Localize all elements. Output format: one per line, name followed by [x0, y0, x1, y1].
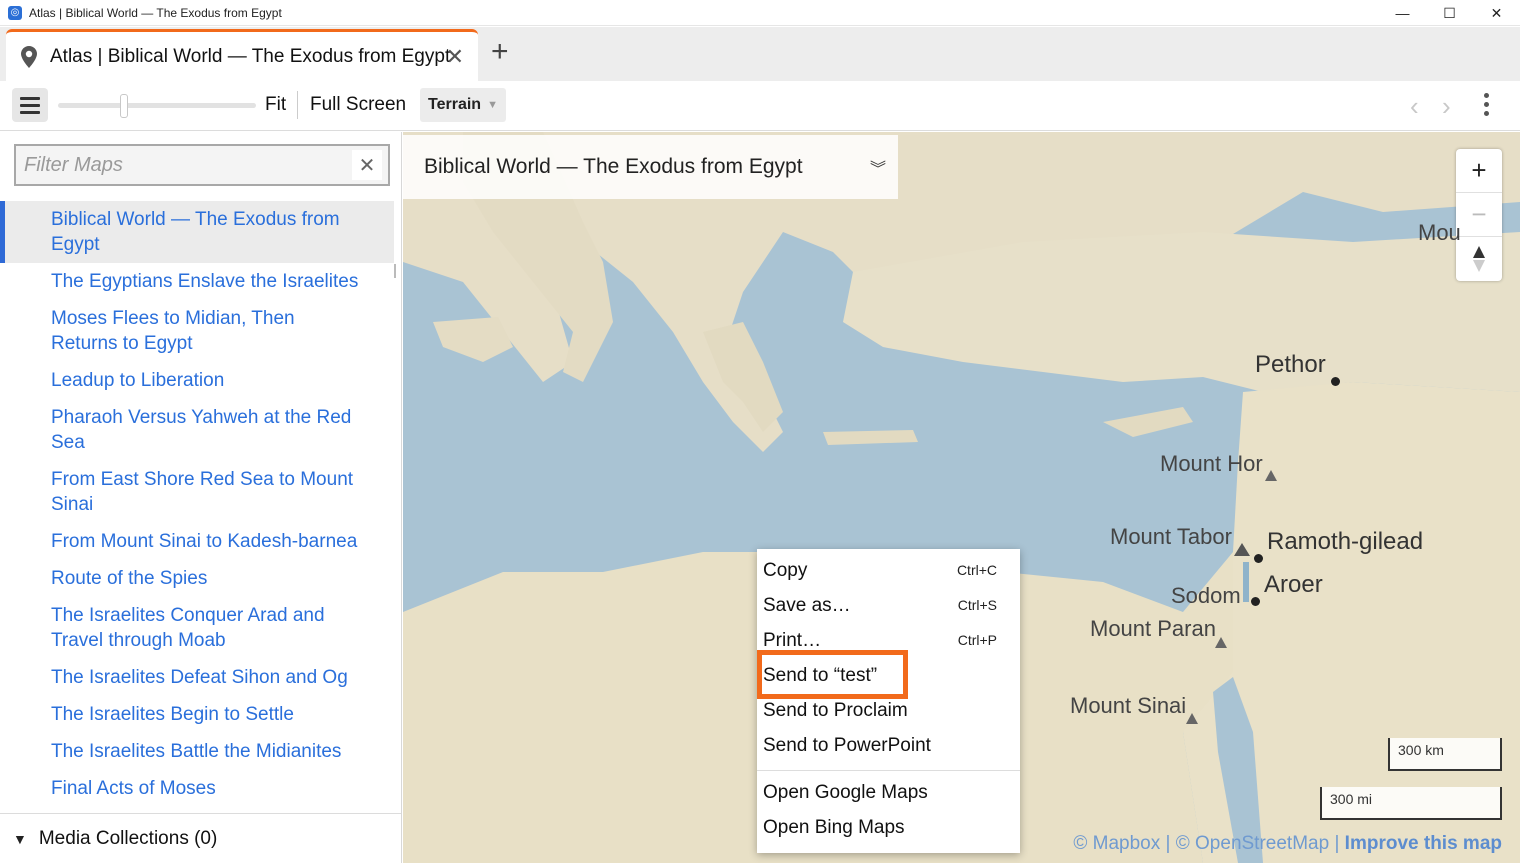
window-titlebar: ◎ Atlas | Biblical World — The Exodus fr…	[0, 0, 1520, 26]
zoom-slider-thumb[interactable]	[120, 94, 128, 118]
menu-item-shortcut: Ctrl+S	[957, 597, 997, 613]
highlight-box	[757, 650, 908, 699]
window-title: Atlas | Biblical World — The Exodus from…	[29, 5, 282, 20]
mountain-icon	[1234, 543, 1250, 556]
menu-item-label: Save as…	[763, 595, 851, 616]
toolbar: Fit Full Screen Terrain ▼ ‹ ›	[0, 81, 1520, 131]
mapbox-attribution-link[interactable]: © Mapbox	[1073, 833, 1160, 854]
map-list-sidebar: ✕ Biblical World — The Exodus from Egypt…	[0, 132, 402, 863]
double-chevron-down-icon[interactable]: ︾	[870, 155, 886, 179]
map-list-item[interactable]: The Israelites Conquer Arad and Travel t…	[0, 597, 394, 659]
clear-filter-icon[interactable]: ✕	[352, 150, 382, 180]
minimize-button[interactable]: —	[1379, 0, 1426, 26]
menu-item-label: Send to PowerPoint	[763, 735, 931, 756]
maximize-button[interactable]: ☐	[1426, 0, 1473, 26]
back-arrow-icon[interactable]: ‹	[1410, 91, 1419, 122]
mountain-icon	[1265, 470, 1277, 481]
menu-item-label: Copy	[763, 560, 808, 581]
mountain-icon	[1186, 713, 1198, 724]
place-label: Ramoth-gilead	[1267, 528, 1424, 555]
media-collections-header[interactable]: ▼ Media Collections (0)	[0, 813, 401, 863]
place-label: Mount Hor	[1160, 451, 1263, 476]
map-list-item[interactable]: The Israelites Begin to Settle	[0, 696, 394, 733]
context-menu-open-bing-maps[interactable]: Open Bing Maps	[763, 817, 1013, 839]
map-title: Biblical World — The Exodus from Egypt	[424, 155, 803, 178]
zoom-slider[interactable]	[58, 94, 256, 118]
context-menu-send-to-powerpoint[interactable]: Send to PowerPoint	[763, 735, 1013, 757]
city-dot-icon	[1251, 597, 1260, 606]
map-list-item[interactable]: Leadup to Liberation	[0, 362, 394, 399]
scale-bar-km: 300 km	[1388, 738, 1502, 771]
menu-item-label: Print…	[763, 630, 822, 651]
map-list-item[interactable]: The Egyptians Enslave the Israelites	[0, 263, 394, 300]
menu-item-shortcut: Ctrl+P	[957, 632, 997, 648]
menu-item-shortcut: Ctrl+C	[956, 562, 997, 578]
place-label: Mou	[1418, 220, 1461, 245]
map-attribution: © Mapbox | © OpenStreetMap | Improve thi…	[1073, 833, 1502, 855]
tab-label: Atlas | Biblical World — The Exodus from…	[50, 45, 451, 67]
chevron-down-icon: ▼	[487, 99, 498, 111]
map-list-item[interactable]: Route of the Spies	[0, 560, 394, 597]
forward-arrow-icon[interactable]: ›	[1442, 91, 1451, 122]
zoom-out-button[interactable]: −	[1456, 193, 1502, 237]
map-layer-select[interactable]: Terrain ▼	[420, 88, 506, 122]
zoom-controls: + −	[1456, 149, 1502, 281]
tab-close-icon[interactable]: ✕	[446, 44, 464, 70]
map-list-item[interactable]: Moses Flees to Midian, Then Returns to E…	[0, 300, 394, 362]
full-screen-button[interactable]: Full Screen	[310, 94, 406, 116]
context-menu-print[interactable]: Print… Ctrl+P	[763, 630, 1013, 652]
place-label: Aroer	[1264, 571, 1323, 598]
tab-atlas[interactable]: Atlas | Biblical World — The Exodus from…	[6, 29, 478, 81]
attribution-separator: |	[1165, 833, 1171, 854]
media-collections-label: Media Collections (0)	[38, 827, 218, 849]
place-label: Sodom	[1171, 583, 1241, 608]
city-dot-icon	[1254, 554, 1263, 563]
attribution-separator: |	[1334, 833, 1340, 854]
map-title-bar[interactable]: Biblical World — The Exodus from Egypt ︾	[403, 135, 898, 199]
context-menu-save-as[interactable]: Save as… Ctrl+S	[763, 595, 1013, 617]
context-menu-copy[interactable]: Copy Ctrl+C	[763, 560, 1013, 582]
map-list-item[interactable]: From Mount Sinai to Kadesh-barnea	[0, 523, 394, 560]
map-list: Biblical World — The Exodus from Egypt T…	[0, 201, 394, 807]
tab-strip: Atlas | Biblical World — The Exodus from…	[0, 27, 1520, 81]
context-menu-send-to-proclaim[interactable]: Send to Proclaim	[763, 700, 1013, 722]
context-menu: Copy Ctrl+C Save as… Ctrl+S Print… Ctrl+…	[757, 549, 1020, 853]
place-label: Mount Tabor	[1110, 524, 1232, 549]
sidebar-scrollbar[interactable]	[394, 264, 396, 278]
context-menu-open-google-maps[interactable]: Open Google Maps	[763, 782, 1013, 804]
hamburger-menu-icon[interactable]	[12, 88, 48, 122]
menu-item-label: Open Google Maps	[763, 782, 928, 803]
filter-maps-input[interactable]	[16, 153, 346, 177]
atlas-app-icon: ◎	[8, 5, 22, 20]
city-dot-icon	[1331, 377, 1340, 386]
filter-maps-field[interactable]: ✕	[14, 144, 390, 186]
menu-item-label: Open Bing Maps	[763, 817, 905, 838]
map-list-item[interactable]: From East Shore Red Sea to Mount Sinai	[0, 461, 394, 523]
scale-bar-mi: 300 mi	[1320, 787, 1502, 820]
place-label: Mount Sinai	[1070, 693, 1187, 718]
map-pin-icon	[20, 45, 38, 69]
map-list-item[interactable]: The Israelites Battle the Midianites	[0, 733, 394, 770]
zoom-in-button[interactable]: +	[1456, 149, 1502, 193]
compass-reset-icon[interactable]	[1456, 237, 1502, 281]
menu-item-label: Send to Proclaim	[763, 700, 908, 721]
map-layer-value: Terrain	[428, 96, 482, 113]
place-label: Pethor	[1255, 351, 1326, 378]
map-list-item[interactable]: Final Acts of Moses	[0, 770, 394, 807]
more-options-icon[interactable]	[1484, 93, 1489, 116]
menu-divider	[757, 770, 1020, 771]
map-list-item[interactable]: Biblical World — The Exodus from Egypt	[0, 201, 394, 263]
map-list-item[interactable]: Pharaoh Versus Yahweh at the Red Sea	[0, 399, 394, 461]
improve-map-link[interactable]: Improve this map	[1345, 833, 1502, 854]
mountain-icon	[1215, 637, 1227, 648]
toolbar-divider	[297, 91, 298, 119]
map-list-item[interactable]: The Israelites Defeat Sihon and Og	[0, 659, 394, 696]
place-label: Mount Paran	[1090, 616, 1216, 641]
fit-button[interactable]: Fit	[265, 94, 286, 116]
chevron-down-icon: ▼	[13, 830, 27, 847]
close-window-button[interactable]: ✕	[1473, 0, 1520, 26]
new-tab-button[interactable]: +	[491, 37, 509, 67]
osm-attribution-link[interactable]: © OpenStreetMap	[1176, 833, 1329, 854]
